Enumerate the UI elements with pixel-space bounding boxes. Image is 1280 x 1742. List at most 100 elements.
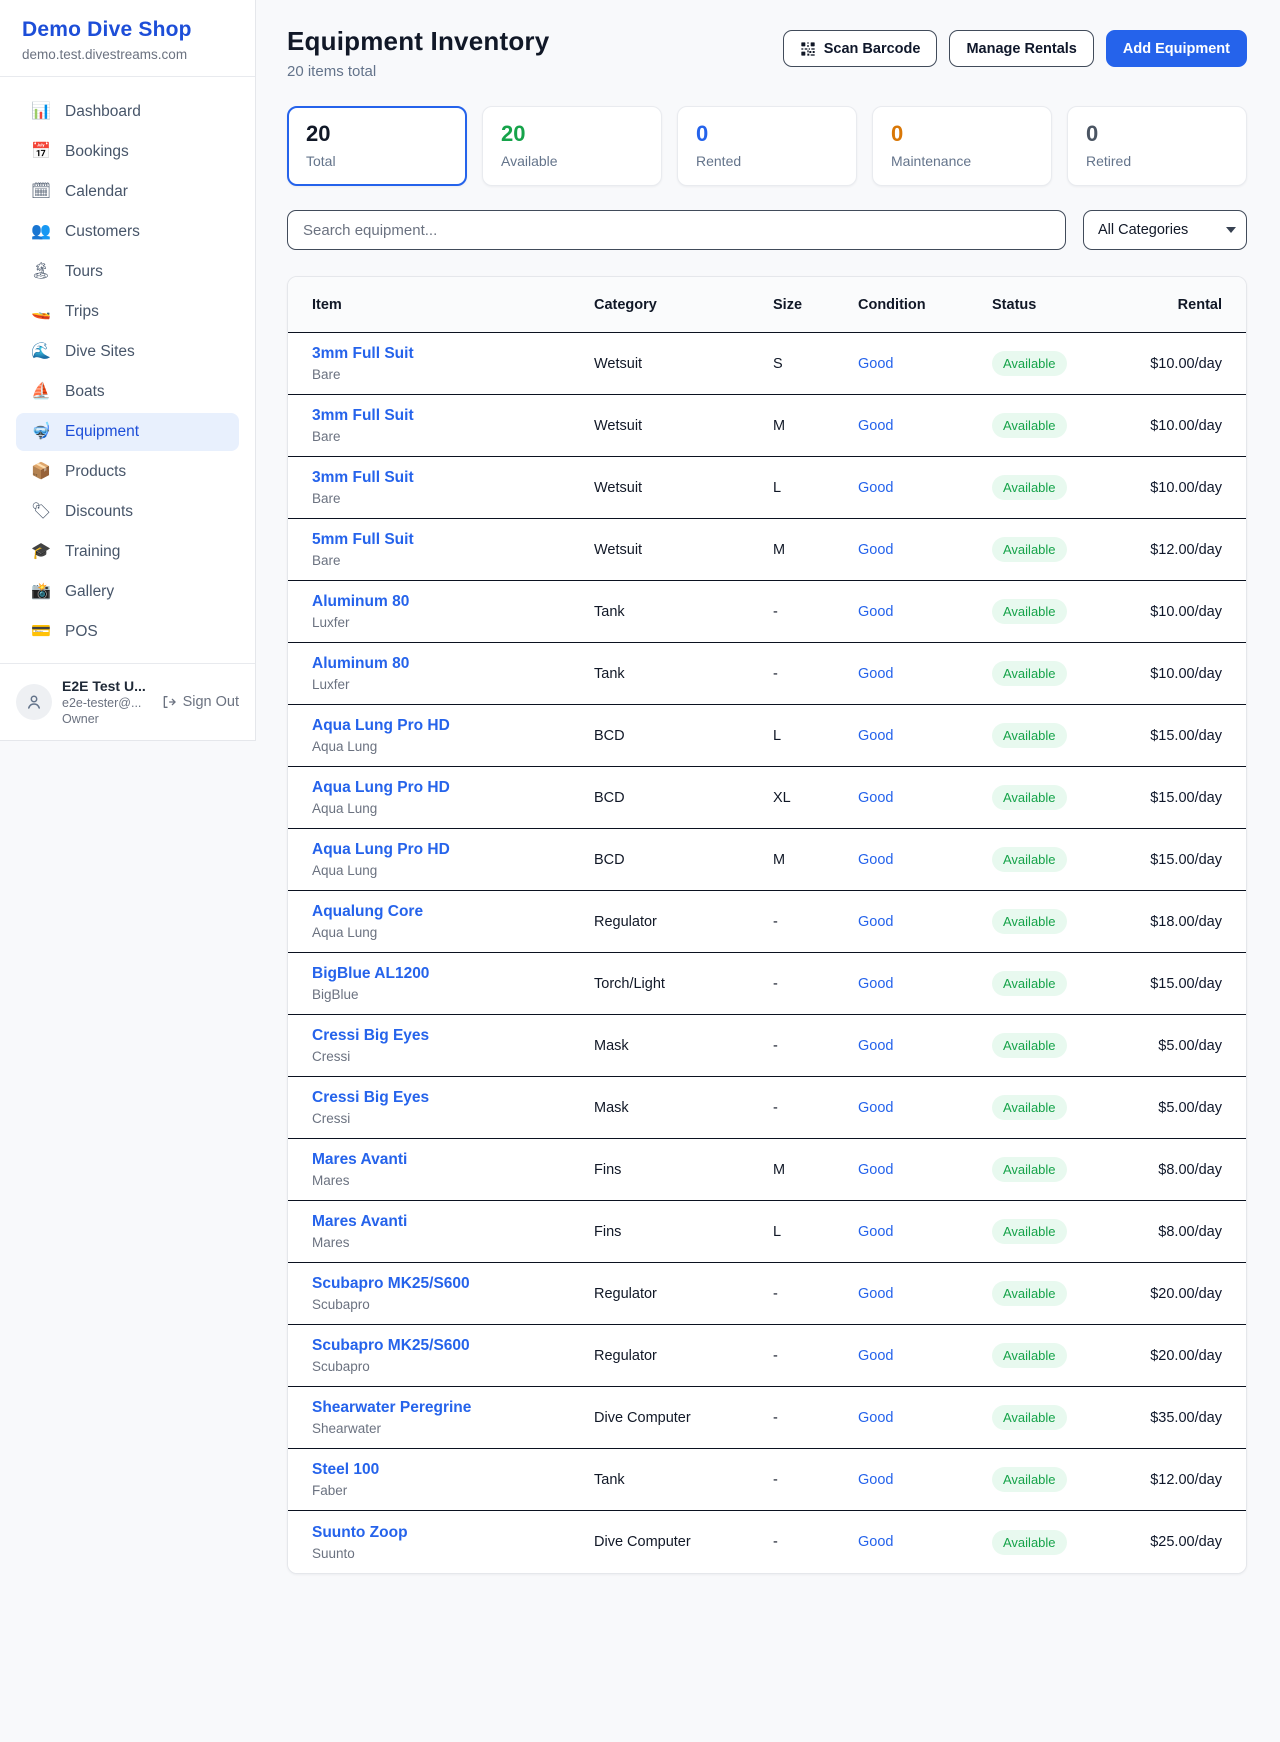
condition-link[interactable]: Good xyxy=(858,356,992,372)
status-badge: Available xyxy=(992,1157,1067,1182)
status-badge: Available xyxy=(992,1467,1067,1492)
status-badge: Available xyxy=(992,1405,1067,1430)
stat-card-total[interactable]: 20 Total xyxy=(287,106,467,186)
sidebar-item-label: Bookings xyxy=(65,143,129,161)
item-name-link[interactable]: Mares Avanti xyxy=(312,1213,594,1231)
table-row: BigBlue AL1200 BigBlue Torch/Light - Goo… xyxy=(288,953,1246,1015)
item-name-link[interactable]: 3mm Full Suit xyxy=(312,345,594,363)
condition-link[interactable]: Good xyxy=(858,1534,992,1550)
status-badge: Available xyxy=(992,413,1067,438)
add-equipment-button[interactable]: Add Equipment xyxy=(1106,30,1247,67)
stat-card-available[interactable]: 20 Available xyxy=(482,106,662,186)
sidebar-item-trips[interactable]: 🚤 Trips xyxy=(16,293,239,331)
rental-price: $12.00/day xyxy=(1142,1472,1222,1488)
item-name-link[interactable]: Aluminum 80 xyxy=(312,593,594,611)
status-badge: Available xyxy=(992,971,1067,996)
condition-link[interactable]: Good xyxy=(858,1286,992,1302)
item-brand: Faber xyxy=(312,1483,594,1498)
condition-link[interactable]: Good xyxy=(858,852,992,868)
item-name-link[interactable]: Cressi Big Eyes xyxy=(312,1089,594,1107)
sidebar-item-bookings[interactable]: 📅 Bookings xyxy=(16,133,239,171)
sidebar-item-label: Gallery xyxy=(65,583,114,601)
item-name-link[interactable]: 5mm Full Suit xyxy=(312,531,594,549)
rental-price: $15.00/day xyxy=(1142,728,1222,744)
sidebar-item-customers[interactable]: 👥 Customers xyxy=(16,213,239,251)
sidebar-item-tours[interactable]: 🏝 Tours xyxy=(16,253,239,291)
condition-link[interactable]: Good xyxy=(858,418,992,434)
table-row: Mares Avanti Mares Fins M Good Available… xyxy=(288,1139,1246,1201)
condition-link[interactable]: Good xyxy=(858,1162,992,1178)
sidebar-item-equipment[interactable]: 🤿 Equipment xyxy=(16,413,239,451)
sidebar-item-boats[interactable]: ⛵ Boats xyxy=(16,373,239,411)
sidebar-item-pos[interactable]: 💳 POS xyxy=(16,613,239,651)
spiral-calendar-icon: 🗓 xyxy=(30,184,52,200)
item-name-link[interactable]: Scubapro MK25/S600 xyxy=(312,1337,594,1355)
condition-link[interactable]: Good xyxy=(858,728,992,744)
item-name-link[interactable]: Aqua Lung Pro HD xyxy=(312,717,594,735)
stat-card-rented[interactable]: 0 Rented xyxy=(677,106,857,186)
rental-price: $10.00/day xyxy=(1142,604,1222,620)
cell-category: Regulator xyxy=(594,1286,773,1302)
brand: Demo Dive Shop demo.test.divestreams.com xyxy=(0,0,255,77)
sidebar: Demo Dive Shop demo.test.divestreams.com… xyxy=(0,0,256,741)
condition-link[interactable]: Good xyxy=(858,666,992,682)
item-name-link[interactable]: 3mm Full Suit xyxy=(312,407,594,425)
cell-size: - xyxy=(773,604,858,620)
status-badge: Available xyxy=(992,351,1067,376)
sidebar-item-gallery[interactable]: 📸 Gallery xyxy=(16,573,239,611)
item-brand: Mares xyxy=(312,1235,594,1250)
condition-link[interactable]: Good xyxy=(858,976,992,992)
condition-link[interactable]: Good xyxy=(858,1472,992,1488)
category-filter-select[interactable]: All Categories xyxy=(1083,210,1247,250)
scan-barcode-button[interactable]: Scan Barcode xyxy=(783,30,938,67)
cell-category: BCD xyxy=(594,790,773,806)
condition-link[interactable]: Good xyxy=(858,1038,992,1054)
condition-link[interactable]: Good xyxy=(858,480,992,496)
condition-link[interactable]: Good xyxy=(858,1348,992,1364)
sidebar-item-label: Tours xyxy=(65,263,103,281)
item-name-link[interactable]: Aqua Lung Pro HD xyxy=(312,779,594,797)
item-name-link[interactable]: Steel 100 xyxy=(312,1461,594,1479)
cell-size: - xyxy=(773,1534,858,1550)
condition-link[interactable]: Good xyxy=(858,542,992,558)
table-row: Cressi Big Eyes Cressi Mask - Good Avail… xyxy=(288,1015,1246,1077)
sidebar-item-dive-sites[interactable]: 🌊 Dive Sites xyxy=(16,333,239,371)
item-name-link[interactable]: 3mm Full Suit xyxy=(312,469,594,487)
stat-card-maintenance[interactable]: 0 Maintenance xyxy=(872,106,1052,186)
sidebar-item-calendar[interactable]: 🗓 Calendar xyxy=(16,173,239,211)
item-name-link[interactable]: Suunto Zoop xyxy=(312,1524,594,1542)
condition-link[interactable]: Good xyxy=(858,790,992,806)
item-name-link[interactable]: BigBlue AL1200 xyxy=(312,965,594,983)
cell-size: L xyxy=(773,728,858,744)
item-name-link[interactable]: Aluminum 80 xyxy=(312,655,594,673)
sign-out-button[interactable]: Sign Out xyxy=(161,694,239,710)
stat-card-retired[interactable]: 0 Retired xyxy=(1067,106,1247,186)
item-name-link[interactable]: Scubapro MK25/S600 xyxy=(312,1275,594,1293)
stat-label: Total xyxy=(306,153,448,169)
condition-link[interactable]: Good xyxy=(858,604,992,620)
condition-link[interactable]: Good xyxy=(858,1410,992,1426)
credit-card-icon: 💳 xyxy=(30,624,52,640)
condition-link[interactable]: Good xyxy=(858,914,992,930)
status-badge: Available xyxy=(992,1219,1067,1244)
table-row: Aqualung Core Aqua Lung Regulator - Good… xyxy=(288,891,1246,953)
column-header-condition: Condition xyxy=(858,297,992,313)
condition-link[interactable]: Good xyxy=(858,1224,992,1240)
table-row: 3mm Full Suit Bare Wetsuit M Good Availa… xyxy=(288,395,1246,457)
item-name-link[interactable]: Aqua Lung Pro HD xyxy=(312,841,594,859)
item-name-link[interactable]: Mares Avanti xyxy=(312,1151,594,1169)
sidebar-item-dashboard[interactable]: 📊 Dashboard xyxy=(16,93,239,131)
item-name-link[interactable]: Cressi Big Eyes xyxy=(312,1027,594,1045)
sidebar-item-training[interactable]: 🎓 Training xyxy=(16,533,239,571)
manage-rentals-button[interactable]: Manage Rentals xyxy=(949,30,1093,67)
sidebar-item-products[interactable]: 📦 Products xyxy=(16,453,239,491)
item-name-link[interactable]: Aqualung Core xyxy=(312,903,594,921)
item-name-link[interactable]: Shearwater Peregrine xyxy=(312,1399,594,1417)
sidebar-item-discounts[interactable]: 🏷 Discounts xyxy=(16,493,239,531)
cell-size: - xyxy=(773,1038,858,1054)
search-input[interactable] xyxy=(287,210,1066,250)
table-row: Scubapro MK25/S600 Scubapro Regulator - … xyxy=(288,1263,1246,1325)
cell-category: Tank xyxy=(594,604,773,620)
page-header: Equipment Inventory 20 items total xyxy=(287,26,1247,80)
condition-link[interactable]: Good xyxy=(858,1100,992,1116)
